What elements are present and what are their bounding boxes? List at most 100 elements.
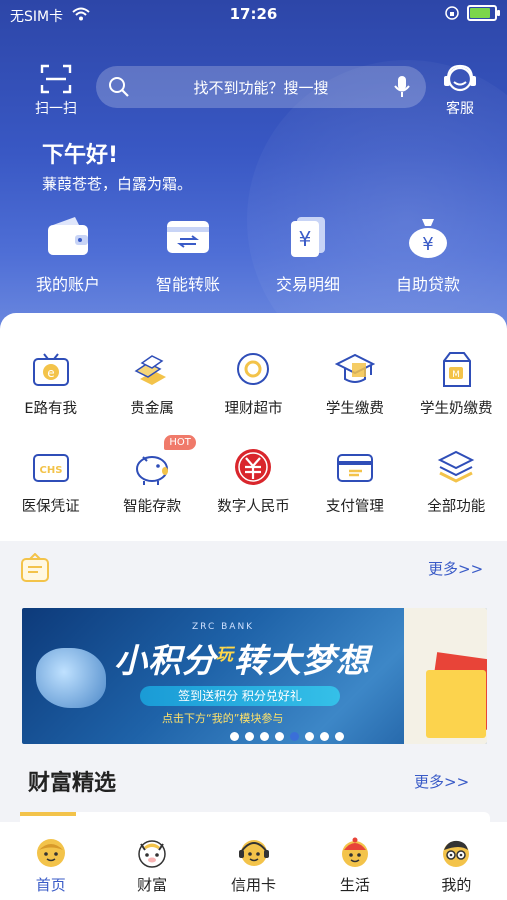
scan-button[interactable]: 扫一扫 [28, 64, 84, 118]
svg-text:CHS: CHS [39, 465, 62, 476]
quick-my-account[interactable]: 我的账户 [8, 215, 128, 295]
battery-icon [467, 5, 500, 21]
quick-label: 我的账户 [35, 275, 100, 294]
func-label: 学生奶缴费 [420, 401, 493, 417]
carousel-dot[interactable] [305, 732, 314, 741]
scan-label: 扫一扫 [35, 101, 77, 117]
money-bag-icon: ¥ [409, 219, 447, 258]
func-wealth-market[interactable]: 理财超市 [203, 349, 304, 447]
gold-bars-icon [134, 355, 167, 385]
func-student-milk-fee[interactable]: M 学生奶缴费 [406, 349, 507, 447]
func-medical-voucher[interactable]: CHS 医保凭证 [0, 447, 101, 545]
quick-label: 智能转账 [155, 275, 220, 294]
tab-label: 生活 [339, 876, 370, 894]
func-label: 支付管理 [325, 499, 384, 515]
banner-brand: ZRC BANK [192, 622, 255, 632]
wealth-card-top [20, 812, 490, 822]
quick-label: 自助贷款 [395, 275, 460, 294]
banner-tip: 点击下方“我的”模块参与 [162, 712, 284, 725]
carousel-dot[interactable] [335, 732, 344, 741]
tab-label: 首页 [35, 876, 66, 894]
greeting-text: 下午好! [42, 143, 119, 168]
customer-service-button[interactable]: 客服 [436, 64, 484, 118]
graduation-cap-icon [334, 353, 375, 383]
battery-level [470, 8, 490, 18]
tab-credit-card[interactable]: 信用卡 [203, 822, 304, 900]
func-label: 全部功能 [427, 499, 486, 515]
wealth-section: 财富精选 更多>> [0, 744, 507, 822]
func-smart-deposit[interactable]: HOT 智能存款 [101, 435, 202, 545]
func-label: 贵金属 [130, 401, 174, 417]
carousel-dot[interactable] [275, 732, 284, 741]
svg-text:¥: ¥ [422, 234, 433, 255]
tv-e-icon: e [32, 353, 69, 386]
func-e-road[interactable]: e E路有我 [0, 349, 101, 447]
func-all-functions[interactable]: 全部功能 [406, 447, 507, 545]
home-face-icon [36, 839, 65, 867]
carousel-dots[interactable] [230, 732, 344, 741]
svg-text:M: M [452, 370, 460, 380]
milk-box-icon: M [443, 352, 472, 387]
func-label: 数字人民币 [217, 499, 290, 515]
tab-mine[interactable]: 我的 [406, 822, 507, 900]
banner-subtitle: 签到送积分 积分兑好礼 [140, 686, 340, 706]
bottom-tab-bar: 首页 财富 信用卡 生活 我的 [0, 822, 507, 900]
svg-text:¥: ¥ [299, 227, 312, 251]
carousel-dot[interactable] [320, 732, 329, 741]
notice-more-link[interactable]: 更多>> [428, 558, 483, 579]
notice-board-icon[interactable] [20, 553, 50, 583]
transaction-detail-icon: ¥ [291, 217, 325, 257]
quick-label: 交易明细 [275, 275, 340, 294]
tab-label: 我的 [441, 876, 472, 894]
service-label: 客服 [446, 101, 474, 117]
poem-text: 蒹葭苍苍，白露为霜。 [42, 175, 193, 193]
wealth-more-link[interactable]: 更多>> [414, 771, 469, 792]
svg-text:e: e [47, 366, 54, 380]
tab-life[interactable]: 生活 [304, 822, 405, 900]
func-digital-rmb[interactable]: 数字人民币 [203, 447, 304, 545]
tab-label: 信用卡 [231, 876, 277, 894]
credit-face-icon [238, 840, 269, 866]
quick-self-loan[interactable]: ¥ 自助贷款 [368, 215, 488, 295]
transfer-card-icon [167, 221, 209, 253]
promo-banner[interactable]: ZRC BANK 小积分玩转大梦想 签到送积分 积分兑好礼 点击下方“我的”模块… [22, 608, 487, 744]
tab-wealth[interactable]: 财富 [101, 822, 202, 900]
hot-badge: HOT [164, 435, 196, 450]
search-input[interactable]: 找不到功能？搜一搜 [96, 66, 426, 108]
payment-card-icon [336, 454, 373, 482]
carousel-dot[interactable] [290, 732, 299, 741]
function-grid: e E路有我 贵金属 理财超市 学生缴费 M 学生奶缴费 CHS 医保凭证 HO… [0, 349, 507, 545]
tab-home[interactable]: 首页 [0, 822, 101, 900]
clock: 17:26 [229, 5, 278, 23]
func-precious-metal[interactable]: 贵金属 [101, 349, 202, 447]
microphone-icon[interactable] [394, 75, 410, 99]
quick-smart-transfer[interactable]: 智能转账 [128, 215, 248, 295]
quick-transaction-detail[interactable]: ¥ 交易明细 [248, 215, 368, 295]
func-label: 学生缴费 [325, 401, 384, 417]
life-face-icon [341, 837, 368, 867]
carousel-dot[interactable] [230, 732, 239, 741]
tab-label: 财富 [137, 876, 168, 894]
carousel-dot[interactable] [245, 732, 254, 741]
banner-title-b: 转大梦想 [234, 641, 370, 680]
func-payment-management[interactable]: 支付管理 [304, 447, 405, 545]
top-bar: 扫一扫 找不到功能？搜一搜 客服 [0, 60, 507, 120]
func-student-fee[interactable]: 学生缴费 [304, 349, 405, 447]
chs-card-icon: CHS [32, 454, 69, 482]
carousel-dot[interactable] [260, 732, 269, 741]
func-label: 医保凭证 [21, 499, 80, 515]
func-label: E路有我 [24, 401, 78, 417]
status-right [445, 5, 500, 21]
func-label: 理财超市 [224, 401, 283, 417]
quick-actions: 我的账户 智能转账 ¥ 交易明细 ¥ 自助贷款 [0, 215, 507, 295]
card-illustration [426, 670, 486, 738]
banner-title-a: 小积分 [114, 641, 216, 680]
notice-bar: 更多>> [0, 541, 507, 596]
wallet-icon [48, 217, 88, 255]
coin-icon [237, 353, 270, 385]
function-panel: e E路有我 贵金属 理财超市 学生缴费 M 学生奶缴费 CHS 医保凭证 HO… [0, 313, 507, 541]
robot-illustration [36, 648, 106, 708]
next-banner-peek [404, 608, 487, 744]
wealth-face-icon [138, 840, 166, 868]
headset-icon [444, 64, 476, 92]
